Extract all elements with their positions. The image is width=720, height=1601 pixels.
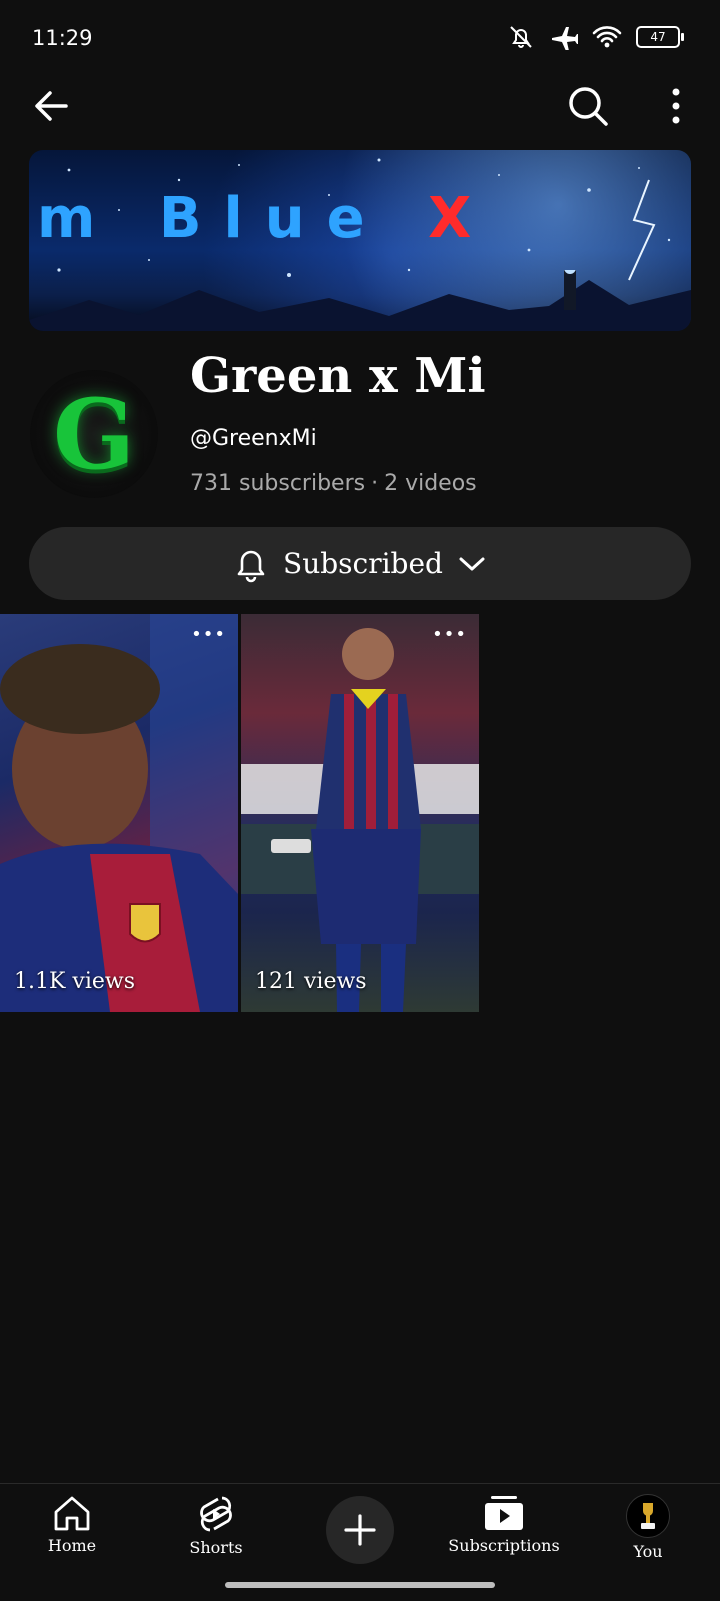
short-views: 121 views — [255, 969, 367, 994]
nav-shorts[interactable]: Shorts — [156, 1494, 276, 1557]
banner-text-x: X — [428, 186, 494, 251]
separator-dot: · — [371, 471, 379, 496]
nav-you-label: You — [633, 1542, 663, 1561]
banner-text: m Blue X — [37, 186, 493, 251]
nav-subscriptions-label: Subscriptions — [448, 1536, 560, 1555]
status-icons: 47 — [506, 24, 684, 50]
short-2-image — [241, 628, 479, 1012]
nav-you[interactable]: You — [588, 1494, 708, 1561]
search-icon — [569, 87, 608, 126]
back-arrow-icon — [35, 91, 68, 121]
search-button[interactable] — [566, 84, 610, 128]
video-count: 2 videos — [384, 471, 477, 496]
status-time: 11:29 — [32, 26, 93, 50]
bell-off-icon — [510, 26, 532, 48]
nav-home[interactable]: Home — [12, 1494, 132, 1555]
short-views: 1.1K views — [14, 969, 136, 994]
chevron-down-icon — [459, 557, 485, 570]
back-button[interactable] — [30, 84, 74, 128]
more-vert-icon — [672, 88, 680, 124]
channel-banner: m Blue X — [29, 150, 691, 331]
short-thumbnail[interactable]: ••• 1.1K views — [0, 614, 238, 1012]
short-thumbnail[interactable]: ••• 121 views — [241, 614, 479, 1012]
nav-home-label: Home — [47, 1536, 97, 1555]
bell-icon — [237, 550, 265, 582]
banner-mountains — [29, 270, 691, 331]
trophy-icon — [641, 1503, 655, 1529]
battery-level: 47 — [650, 30, 666, 44]
short-1-image — [0, 614, 238, 1012]
airplane-icon — [552, 27, 578, 50]
channel-avatar[interactable]: G — [30, 370, 158, 498]
avatar-logo: G — [53, 377, 135, 491]
wifi-icon — [592, 26, 622, 48]
short-menu-icon[interactable]: ••• — [191, 624, 226, 645]
home-icon — [54, 1496, 90, 1531]
shorts-icon — [200, 1496, 232, 1532]
more-options-button[interactable] — [656, 84, 700, 128]
channel-stats[interactable]: 731 subscribers · 2 videos — [190, 471, 477, 496]
subscriber-count: 731 subscribers — [190, 471, 366, 496]
subscriptions-icon — [485, 1496, 523, 1530]
home-indicator[interactable] — [225, 1582, 495, 1588]
nav-shorts-label: Shorts — [189, 1538, 243, 1557]
banner-text-main: m Blue — [37, 186, 387, 251]
channel-name: Green x Mi — [190, 348, 486, 404]
channel-handle[interactable]: @GreenxMi — [190, 426, 317, 451]
you-avatar — [626, 1494, 670, 1538]
subscribed-button[interactable]: Subscribed — [29, 527, 691, 600]
create-button[interactable] — [326, 1496, 394, 1564]
short-menu-icon[interactable]: ••• — [432, 624, 467, 645]
subscribed-label: Subscribed — [283, 547, 443, 580]
plus-icon — [344, 1514, 376, 1546]
nav-subscriptions[interactable]: Subscriptions — [444, 1494, 564, 1555]
battery-icon: 47 — [636, 26, 684, 48]
